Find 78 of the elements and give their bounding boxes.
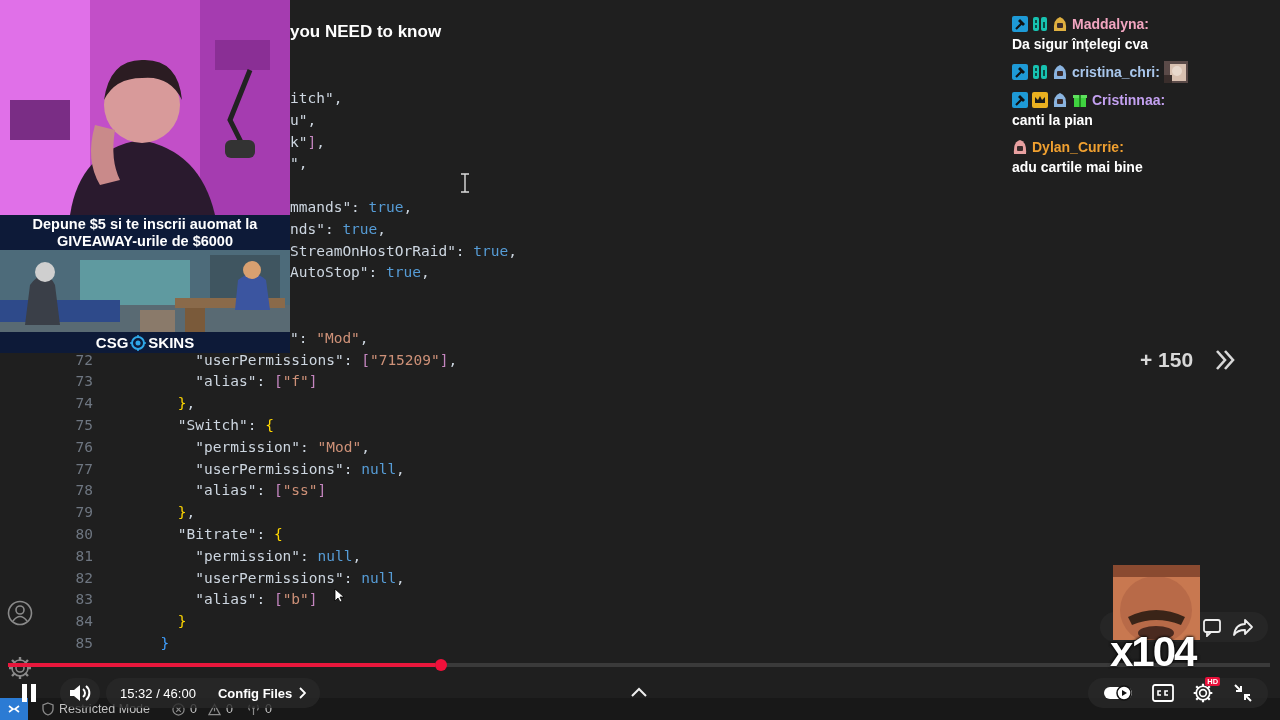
code-line: ": "Mod", [290, 328, 369, 348]
chat-message: adu cartile mai bine [1012, 158, 1144, 177]
line-number: 83 [75, 591, 93, 608]
code-line: "alias": ["b"] [195, 590, 318, 610]
remote-icon[interactable] [7, 702, 21, 716]
code-line: AutoStop": true, [290, 263, 430, 283]
chat-message: canti la pian [1012, 111, 1094, 130]
chat-username[interactable]: Cristinnaa: [1092, 92, 1166, 108]
line-number: 78 [75, 482, 93, 499]
progress-thumb[interactable] [434, 659, 447, 671]
logo-text: SKINS [148, 334, 195, 351]
comment-icon[interactable] [1202, 617, 1222, 637]
code-line: "alias": ["ss"] [195, 481, 327, 501]
line-number: 72 [75, 351, 93, 368]
time-display: 15:32 / 46:00 [120, 685, 196, 701]
code-line: "permission": "Mod", [195, 437, 370, 457]
code-line: nds": true, [290, 219, 387, 239]
share-icon[interactable] [1232, 617, 1254, 637]
code-line: StreamOnHostOrRaid": true, [290, 241, 517, 261]
subscriber-badge-icon [1032, 16, 1048, 32]
code-line: mmands": true, [290, 198, 413, 217]
speaker-icon[interactable] [68, 683, 92, 703]
logo-text: CSG [95, 334, 129, 351]
code-line: k"], [290, 132, 325, 152]
chevron-up-button[interactable] [630, 686, 648, 698]
video-title: you NEED to know [290, 22, 442, 42]
pause-button[interactable] [21, 684, 37, 702]
captions-icon[interactable] [1151, 684, 1174, 702]
line-number: 80 [75, 525, 93, 542]
exit-fullscreen-icon[interactable] [1232, 683, 1253, 703]
skip-forward-label[interactable]: + 150 [1140, 348, 1194, 372]
code-line: "userPermissions": null, [195, 568, 405, 588]
line-number: 77 [75, 460, 93, 477]
hammer-badge-icon [1012, 92, 1028, 108]
code-line: "userPermissions": ["715209"], [195, 350, 458, 370]
code-line: "Bitrate": { [177, 524, 283, 544]
line-number: 74 [75, 395, 93, 412]
restricted-mode-label[interactable]: Restricted Mode [59, 702, 150, 716]
code-line: }, [177, 394, 196, 414]
code-line: "Switch": { [177, 415, 274, 435]
account-icon[interactable] [7, 600, 33, 626]
line-number: 84 [75, 613, 93, 630]
chevron-right-icon[interactable] [298, 687, 307, 699]
code-line: u", [290, 110, 317, 130]
shield-icon [42, 702, 54, 716]
text-cursor-icon [460, 173, 470, 193]
hammer-badge-icon [1012, 16, 1028, 32]
code-line: } [160, 633, 170, 653]
remote-button[interactable] [0, 698, 28, 720]
autoplay-toggle[interactable] [1103, 685, 1134, 701]
line-number: 73 [75, 373, 93, 390]
line-number: 79 [75, 504, 93, 521]
code-line: "userPermissions": null, [195, 459, 405, 479]
code-line: }, [177, 503, 196, 523]
chapter-button[interactable]: Config Files [217, 685, 307, 701]
target-icon [130, 334, 147, 351]
crown-badge-icon [1032, 92, 1048, 108]
emote-counter: x104 [1110, 628, 1196, 676]
double-chevron-icon[interactable] [1215, 349, 1236, 371]
giveaway-banner: Depune $5 si te inscrii auomat la GIVEAWAY-urile de $6000 [0, 215, 290, 250]
code-line: ", [290, 154, 308, 174]
chat-username[interactable]: cristina_chri: [1072, 64, 1160, 80]
chat-message: Da sigur înțelegi cva [1012, 35, 1150, 54]
subscriber-badge-icon [1032, 64, 1048, 80]
line-number: 75 [75, 416, 93, 433]
code-line: "permission": null, [195, 546, 362, 566]
gift-badge-icon [1072, 92, 1088, 108]
chat-username[interactable]: Maddalyna: [1072, 16, 1149, 32]
line-number: 76 [75, 438, 93, 455]
pointer-icon [334, 588, 344, 603]
line-number: 81 [75, 547, 93, 564]
line-number: 82 [75, 569, 93, 586]
code-line: "alias": ["f"] [195, 372, 318, 392]
hammer-badge-icon [1012, 64, 1028, 80]
code-line: } [177, 612, 187, 632]
chat-username[interactable]: Dylan_Currie: [1032, 139, 1124, 155]
line-number: 85 [75, 634, 93, 651]
code-line: itch", [290, 89, 343, 108]
